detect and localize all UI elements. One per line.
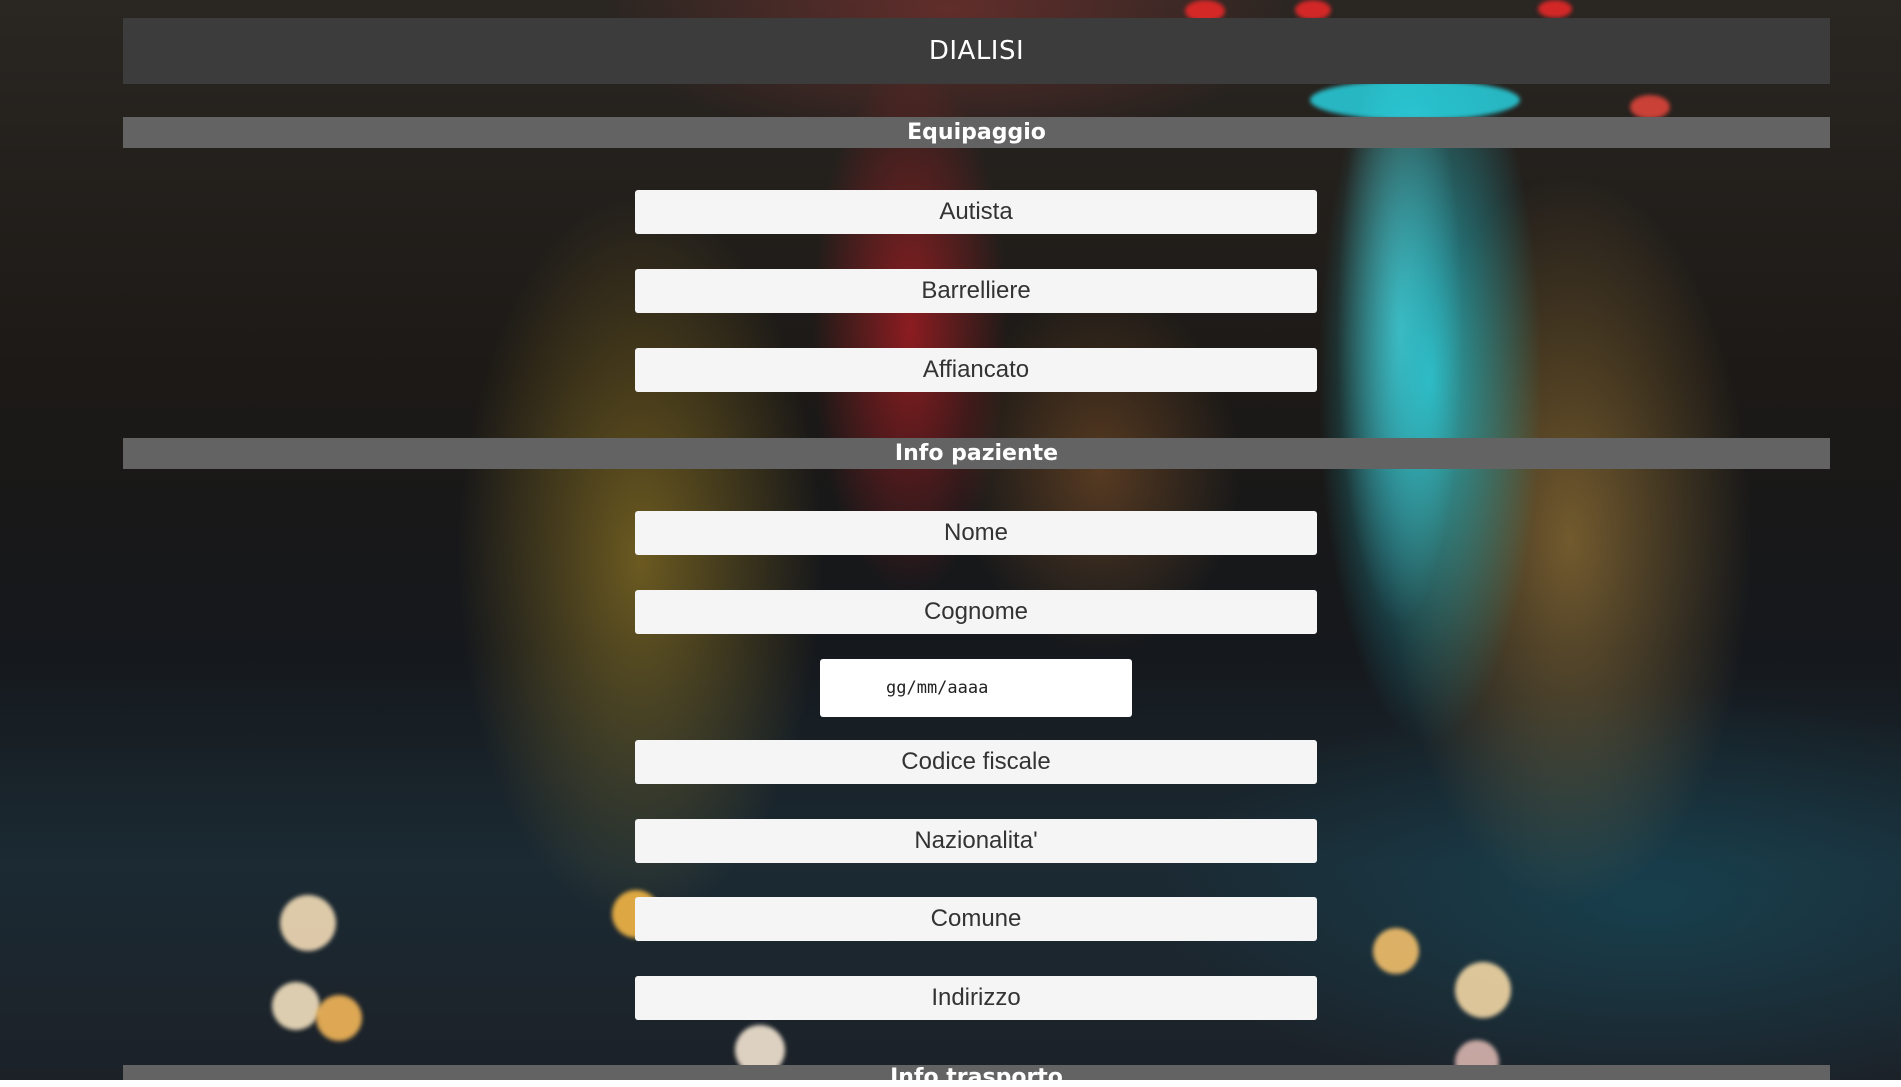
bokeh-light — [1373, 928, 1419, 974]
bokeh-light — [1310, 80, 1520, 120]
autista-field[interactable] — [635, 190, 1317, 234]
bokeh-light — [1538, 0, 1572, 18]
nazionalita-field[interactable] — [635, 819, 1317, 863]
bokeh-light — [280, 895, 336, 951]
section-header-info-paziente: Info paziente — [123, 438, 1830, 469]
bokeh-light — [272, 982, 320, 1030]
background-photo: DIALISI Equipaggio Info paziente gg/mm/a… — [0, 0, 1901, 1080]
cognome-field[interactable] — [635, 590, 1317, 634]
affiancato-field[interactable] — [635, 348, 1317, 392]
page-title: DIALISI — [123, 18, 1830, 84]
date-placeholder: gg/mm/aaaa — [886, 678, 989, 698]
comune-field[interactable] — [635, 897, 1317, 941]
bokeh-light — [1295, 0, 1331, 20]
codice-fiscale-field[interactable] — [635, 740, 1317, 784]
data-nascita-field[interactable]: gg/mm/aaaa — [820, 659, 1132, 717]
section-header-equipaggio: Equipaggio — [123, 117, 1830, 148]
section-header-info-trasporto: Info trasporto — [123, 1065, 1830, 1080]
bokeh-light — [1455, 962, 1511, 1018]
indirizzo-field[interactable] — [635, 976, 1317, 1020]
bokeh-light — [1630, 95, 1670, 119]
bokeh-light — [316, 995, 362, 1041]
nome-field[interactable] — [635, 511, 1317, 555]
barelliere-field[interactable] — [635, 269, 1317, 313]
